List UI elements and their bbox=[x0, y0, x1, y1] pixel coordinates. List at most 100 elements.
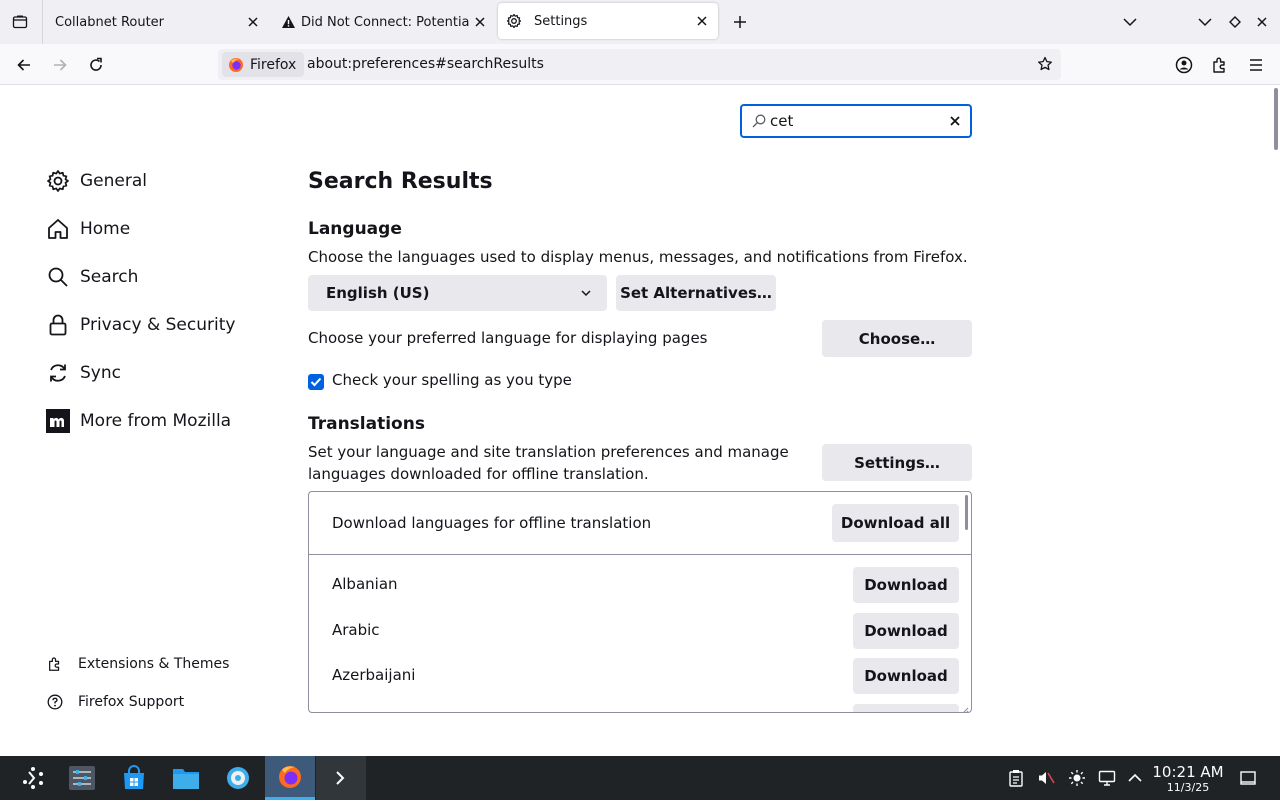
network-icon[interactable] bbox=[1097, 768, 1117, 788]
navigation-toolbar: Firefox about:preferences#searchResults bbox=[0, 44, 1280, 85]
clipboard-icon[interactable] bbox=[1006, 768, 1026, 788]
extensions-themes-link[interactable]: Extensions & Themes bbox=[46, 653, 229, 675]
clock-time[interactable]: 10:21 AM bbox=[1152, 763, 1224, 781]
sidebar-item-general[interactable]: General bbox=[46, 165, 147, 197]
resize-grip-icon[interactable] bbox=[959, 700, 969, 712]
tab-title: Did Not Connect: Potential bbox=[301, 14, 469, 30]
download-azerbaijani-button[interactable]: Download bbox=[853, 658, 959, 694]
back-button[interactable] bbox=[11, 52, 37, 78]
taskbar-system-settings[interactable] bbox=[57, 756, 107, 800]
store-bag-icon bbox=[124, 765, 144, 789]
taskbar-settings[interactable] bbox=[213, 756, 263, 800]
sidebar-item-privacy-security[interactable]: Privacy & Security bbox=[46, 309, 235, 341]
search-icon bbox=[751, 113, 767, 129]
launcher-icon bbox=[23, 767, 43, 789]
lock-icon bbox=[46, 313, 70, 337]
close-tab-button[interactable] bbox=[472, 14, 488, 30]
new-tab-button[interactable] bbox=[728, 10, 752, 34]
search-settings-field[interactable] bbox=[740, 104, 972, 138]
page-scrollbar[interactable] bbox=[1274, 88, 1278, 150]
footer-link-label: Extensions & Themes bbox=[78, 656, 230, 672]
show-desktop-icon[interactable] bbox=[1238, 768, 1258, 788]
gear-icon bbox=[227, 767, 249, 789]
warning-icon bbox=[280, 14, 296, 30]
url-bar[interactable]: Firefox about:preferences#searchResults bbox=[218, 49, 1061, 80]
list-all-tabs-button[interactable] bbox=[1118, 10, 1142, 34]
home-icon bbox=[46, 217, 70, 241]
identity-label: Firefox bbox=[250, 56, 297, 73]
set-alternatives-button[interactable]: Set Alternatives… bbox=[616, 275, 776, 311]
close-tab-button[interactable] bbox=[694, 13, 710, 29]
language-description: Choose the languages used to display men… bbox=[308, 248, 968, 266]
sidebar-item-label: Privacy & Security bbox=[80, 315, 236, 335]
download-all-button[interactable]: Download all bbox=[832, 504, 959, 542]
close-icon bbox=[1257, 17, 1267, 27]
application-launcher[interactable] bbox=[8, 756, 58, 800]
mozilla-icon bbox=[46, 409, 70, 433]
tab-settings[interactable]: Settings bbox=[498, 3, 718, 39]
taskbar-file-manager[interactable] bbox=[161, 756, 211, 800]
browser-language-select[interactable]: English (US) bbox=[308, 275, 607, 311]
chevron-down-icon bbox=[1123, 18, 1137, 27]
clock-date[interactable]: 11/3/25 bbox=[1152, 781, 1224, 794]
puzzle-icon bbox=[46, 655, 64, 673]
translations-heading: Translations bbox=[308, 414, 425, 434]
identity-box[interactable]: Firefox bbox=[222, 52, 305, 77]
app-menu-button[interactable] bbox=[1243, 52, 1269, 78]
puzzle-icon bbox=[1213, 57, 1225, 73]
download-languages-label: Download languages for offline translati… bbox=[332, 514, 652, 532]
gear-icon bbox=[506, 13, 522, 29]
tab-collabnet-router[interactable]: Collabnet Router bbox=[43, 0, 269, 44]
account-icon bbox=[1175, 56, 1193, 74]
firefox-support-link[interactable]: Firefox Support bbox=[46, 691, 184, 713]
url-text: about:preferences#searchResults bbox=[307, 56, 544, 72]
chevron-up-icon[interactable] bbox=[1125, 768, 1145, 788]
sidebar-item-home[interactable]: Home bbox=[46, 213, 130, 245]
firefox-view-button[interactable] bbox=[8, 10, 32, 34]
sidebar-item-more-from-mozilla[interactable]: More from Mozilla bbox=[46, 405, 231, 437]
download-arabic-button[interactable]: Download bbox=[853, 613, 959, 649]
reload-button[interactable] bbox=[83, 52, 109, 78]
download-albanian-button[interactable]: Download bbox=[853, 567, 959, 603]
footer-link-label: Firefox Support bbox=[78, 694, 185, 710]
forward-button[interactable] bbox=[47, 52, 73, 78]
sync-icon bbox=[46, 361, 70, 385]
close-icon bbox=[950, 116, 960, 126]
tab-did-not-connect[interactable]: Did Not Connect: Potential bbox=[270, 0, 496, 44]
folder-icon bbox=[173, 769, 199, 789]
taskbar-firefox[interactable] bbox=[265, 756, 315, 800]
language-name: Azerbaijani bbox=[332, 666, 416, 684]
brightness-icon[interactable] bbox=[1067, 768, 1087, 788]
page-title: Search Results bbox=[308, 169, 493, 194]
window-maximize-button[interactable] bbox=[1223, 10, 1247, 34]
sidebar-item-search[interactable]: Search bbox=[46, 261, 138, 293]
diamond-icon bbox=[1229, 16, 1241, 28]
translations-settings-button[interactable]: Settings… bbox=[822, 444, 972, 481]
window-minimize-button[interactable] bbox=[1193, 10, 1217, 34]
help-icon bbox=[46, 693, 64, 711]
close-icon bbox=[248, 17, 258, 27]
language-heading: Language bbox=[308, 219, 402, 239]
list-item: Arabic Download bbox=[309, 609, 971, 654]
sidebar-item-label: More from Mozilla bbox=[80, 411, 232, 431]
sidebar-item-sync[interactable]: Sync bbox=[46, 357, 121, 389]
close-icon bbox=[475, 17, 485, 27]
terminal-icon bbox=[330, 767, 352, 789]
clear-search-button[interactable] bbox=[946, 112, 964, 130]
volume-muted-icon[interactable] bbox=[1036, 768, 1056, 788]
search-icon bbox=[46, 265, 70, 289]
choose-language-button[interactable]: Choose… bbox=[822, 320, 972, 357]
system-settings-icon bbox=[69, 766, 95, 790]
taskbar-terminal[interactable] bbox=[316, 756, 366, 800]
taskbar-discover[interactable] bbox=[109, 756, 159, 800]
download-next-button[interactable] bbox=[853, 704, 959, 712]
spellcheck-checkbox[interactable] bbox=[308, 374, 324, 390]
bookmark-star-button[interactable] bbox=[1035, 54, 1055, 74]
close-tab-button[interactable] bbox=[245, 14, 261, 30]
chevron-down-icon bbox=[579, 286, 593, 300]
account-button[interactable] bbox=[1171, 52, 1197, 78]
plus-icon bbox=[734, 16, 746, 28]
extensions-button[interactable] bbox=[1207, 52, 1233, 78]
window-close-button[interactable] bbox=[1250, 10, 1274, 34]
search-input[interactable] bbox=[770, 111, 940, 131]
